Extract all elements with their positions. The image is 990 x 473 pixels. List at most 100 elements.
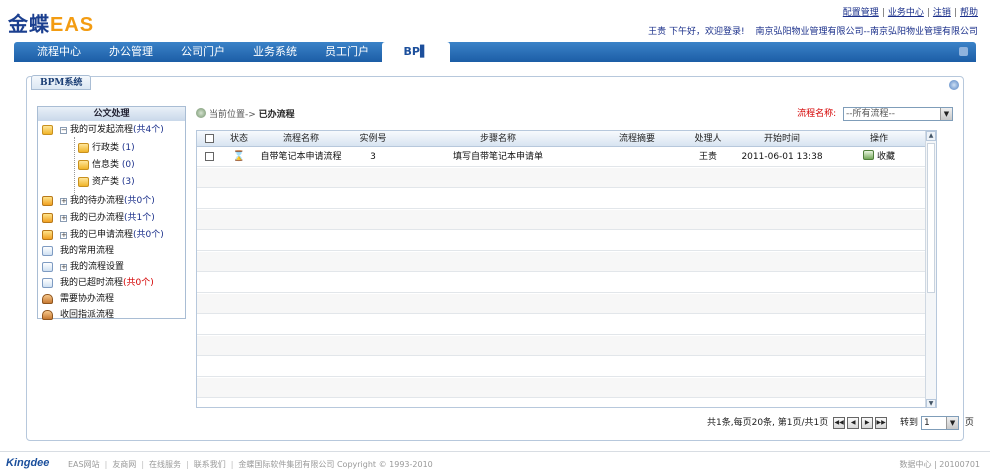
greeting: 王贵 下午好，欢迎登录! (648, 27, 745, 37)
table-row (197, 231, 936, 251)
top-links: 配置管理 | 业务中心 | 注销 | 帮助 (842, 8, 978, 18)
users-icon (42, 310, 53, 320)
col-status[interactable]: 状态 (221, 131, 257, 147)
config-manage-link[interactable]: 配置管理 (843, 8, 879, 18)
logout-link[interactable]: 注销 (933, 8, 951, 18)
panel-settings-icon[interactable] (949, 80, 959, 90)
expand-icon[interactable]: + (60, 198, 67, 205)
col-summary[interactable]: 流程摘要 (597, 131, 677, 147)
table-row[interactable]: ⌛ 自带笔记本申请流程 3 填写自带笔记本申请单 王贵 2011-06-01 1… (197, 147, 936, 167)
partner-link[interactable]: 友商网 (112, 460, 136, 469)
nav-end-icon (959, 47, 968, 56)
chevron-down-icon[interactable]: ▼ (940, 107, 952, 120)
cell-instance-no: 3 (370, 152, 376, 162)
eas-site-link[interactable]: EAS网站 (68, 460, 100, 469)
table-row (197, 294, 936, 314)
col-start-time[interactable]: 开始时间 (737, 131, 827, 147)
tab-process-center[interactable]: 流程中心 (24, 42, 94, 62)
expand-icon[interactable]: + (60, 215, 67, 222)
settings-icon (42, 262, 53, 272)
collapse-icon[interactable]: − (60, 127, 67, 134)
user-icon (42, 294, 53, 304)
filter-label: 流程名称: (797, 109, 837, 119)
timeout-icon (42, 278, 53, 288)
table-row (197, 210, 936, 230)
done-icon (42, 213, 53, 223)
process-name-filter: 流程名称: --所有流程-- ▼ (797, 106, 953, 121)
sidebar: 公文处理 − 我的可发起流程(共4个) 行政类 (1) 信息类 (0) 资产类 … (37, 106, 186, 320)
org-name: 南京弘阳物业管理有限公司--南京弘阳物业管理有限公司 (755, 27, 979, 37)
collect-button[interactable]: 收藏 (837, 147, 921, 167)
kingdee-logo: Kingdee (6, 457, 50, 469)
folder-icon (78, 177, 89, 187)
expand-icon[interactable]: + (60, 264, 67, 271)
folder-star-icon (42, 125, 53, 135)
contact-link[interactable]: 联系我们 (194, 460, 226, 469)
process-grid: 状态 流程名称 实例号 步骤名称 流程摘要 处理人 开始时间 操作 ⌛ 自带笔记… (196, 130, 937, 408)
panel-title: BPM系统 (31, 75, 92, 90)
online-service-link[interactable]: 在线服务 (149, 460, 181, 469)
goto-label: 转到 (900, 418, 919, 428)
table-row (197, 378, 936, 398)
process-name-select[interactable]: --所有流程-- ▼ (843, 106, 953, 121)
table-row (197, 336, 936, 356)
table-row (197, 252, 936, 272)
tab-portal[interactable]: 公司门户 (168, 42, 238, 62)
col-instance-no[interactable]: 实例号 (347, 131, 399, 147)
current-page: 已办流程 (258, 110, 295, 120)
copyright: 金蝶国际软件集团有限公司 Copyright © 1993-2010 (238, 460, 433, 469)
row-checkbox[interactable] (201, 147, 217, 167)
table-row (197, 273, 936, 293)
scroll-thumb[interactable] (927, 143, 935, 293)
page-unit: 页 (964, 418, 974, 428)
chevron-down-icon[interactable]: ▼ (946, 416, 959, 429)
footer-right: 数据中心 | 20100701 (899, 460, 981, 469)
table-row (197, 189, 936, 209)
footer: Kingdee EAS网站 | 友商网 | 在线服务 | 联系我们 | 金蝶国际软件集团有限公司… (0, 451, 990, 473)
folder-icon (78, 143, 89, 153)
pager: 共1条,每页20条, 第1页/共1页 ◀◀ ◀ ▶ ▶▶ 转到 1 ▼ 页 (707, 415, 974, 430)
kingdee-eas-logo: 金蝶EAS (8, 14, 95, 36)
col-action[interactable]: 操作 (837, 131, 921, 147)
cell-start-time: 2011-06-01 13:38 (741, 152, 823, 162)
welcome-text: 王贵 下午好，欢迎登录! 南京弘阳物业管理有限公司--南京弘阳物业管理有限公司 (648, 24, 978, 37)
col-step-name[interactable]: 步骤名称 (403, 131, 593, 147)
folder-icon (78, 160, 89, 170)
footer-links: EAS网站 | 友商网 | 在线服务 | 联系我们 | 金蝶国际软件集团有限公司 Copyrig… (68, 460, 433, 469)
last-page-button[interactable]: ▶▶ (875, 416, 888, 429)
sidebar-heading: 公文处理 (38, 107, 185, 121)
col-handler[interactable]: 处理人 (683, 131, 733, 147)
applied-icon (42, 230, 53, 240)
cell-process-name[interactable]: 自带笔记本申请流程 (259, 147, 343, 167)
col-process-name[interactable]: 流程名称 (259, 131, 343, 147)
location-icon (196, 108, 206, 118)
help-link[interactable]: 帮助 (960, 8, 978, 18)
common-process-icon (42, 246, 53, 256)
cell-step-name: 填写自带笔记本申请单 (452, 152, 543, 162)
main-nav: 流程中心 办公管理 公司门户 业务系统 员工门户 BP▌ (14, 42, 976, 62)
tree-item-label: 我的可发起流程(共4个) (70, 125, 164, 135)
scroll-up-icon[interactable]: ▲ (926, 131, 936, 141)
scroll-down-icon[interactable]: ▼ (926, 399, 936, 407)
pager-summary: 共1条,每页20条, 第1页/共1页 (707, 418, 829, 428)
prev-page-button[interactable]: ◀ (847, 416, 860, 429)
tab-business-system[interactable]: 业务系统 (240, 42, 310, 62)
cell-summary (597, 147, 677, 167)
grid-header: 状态 流程名称 实例号 步骤名称 流程摘要 处理人 开始时间 操作 (197, 131, 936, 147)
select-all-checkbox[interactable] (201, 131, 217, 147)
bpm-panel: BPM系统 公文处理 − 我的可发起流程(共4个) 行政类 (1) 信息类 (0… (26, 75, 974, 441)
tab-office[interactable]: 办公管理 (96, 42, 166, 62)
cell-handler: 王贵 (698, 152, 717, 162)
tab-employee-portal[interactable]: 员工门户 (312, 42, 382, 62)
hourglass-icon: ⌛ (232, 151, 246, 162)
business-center-link[interactable]: 业务中心 (888, 8, 924, 18)
table-row (197, 315, 936, 335)
tab-bpm[interactable]: BP▌ (382, 42, 450, 62)
grid-scrollbar[interactable]: ▲ ▼ (925, 131, 936, 407)
expand-icon[interactable]: + (60, 232, 67, 239)
page-select[interactable]: 1 ▼ (921, 415, 960, 430)
breadcrumb: 当前位置-> 已办流程 (196, 107, 295, 120)
collect-icon (862, 150, 874, 160)
next-page-button[interactable]: ▶ (861, 416, 874, 429)
first-page-button[interactable]: ◀◀ (833, 416, 846, 429)
